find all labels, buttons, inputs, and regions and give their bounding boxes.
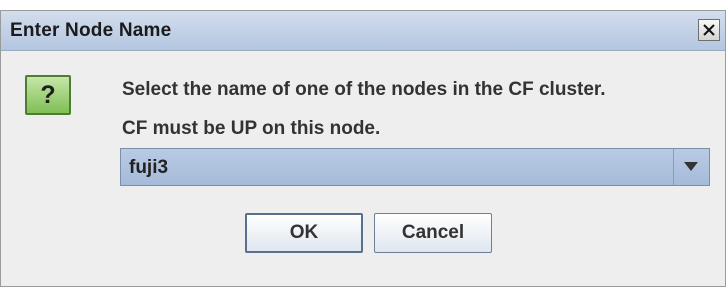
dropdown-arrow-button[interactable] [673, 149, 709, 185]
dialog-title: Enter Node Name [10, 20, 172, 41]
message-line-1: Select the name of one of the nodes in t… [122, 79, 606, 100]
message-line-2: CF must be UP on this node. [122, 118, 381, 139]
node-name-selected-value: fuji3 [129, 157, 169, 178]
title-bar: Enter Node Name [1, 11, 725, 51]
close-icon [703, 24, 715, 36]
cancel-button[interactable]: Cancel [374, 213, 492, 253]
question-icon: ? [25, 75, 71, 115]
enter-node-name-dialog: Enter Node Name ? Select the name of one… [0, 10, 726, 287]
ok-button[interactable]: OK [245, 213, 363, 253]
close-button[interactable] [698, 19, 720, 41]
chevron-down-icon [684, 162, 698, 171]
node-name-dropdown[interactable]: fuji3 [120, 148, 710, 186]
